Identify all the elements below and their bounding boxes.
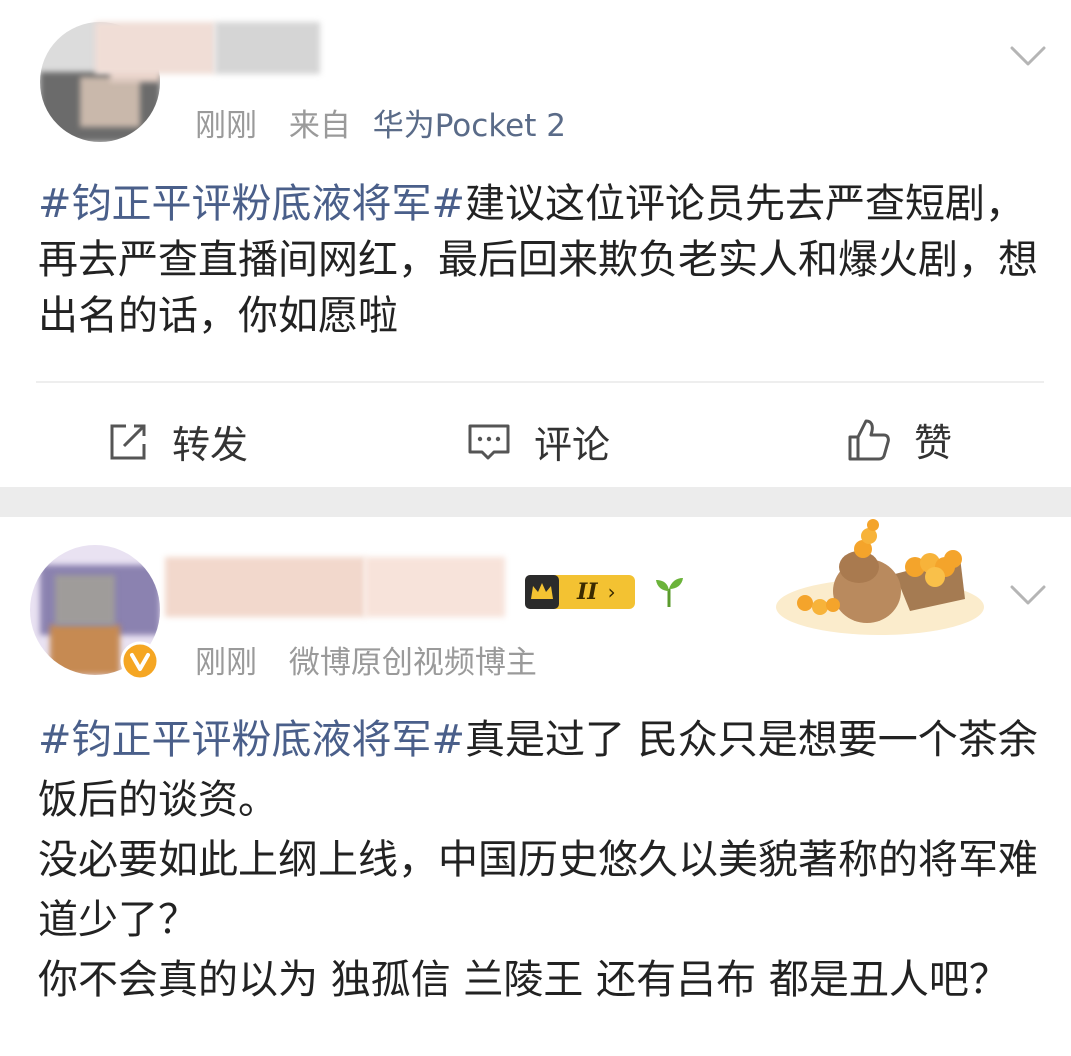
- topic-link[interactable]: #钧正平评粉底液将军#: [38, 717, 465, 763]
- comment-label: 评论: [534, 423, 611, 467]
- capybara-sticker: [776, 519, 984, 635]
- username-redacted[interactable]: [95, 22, 325, 78]
- user-title: 微博原创视频博主: [288, 645, 537, 681]
- content-line-1: #钧正平评粉底液将军#真是过了 民众只是想要一个茶余饭后的谈资。: [38, 710, 1048, 830]
- chevron-down-icon[interactable]: [1008, 40, 1048, 70]
- post-card-1: 刚刚 来自 华为Pocket 2 #钧正平评粉底液将军#建议这位评论员先去严查短…: [0, 0, 1071, 487]
- like-label: 赞: [914, 421, 953, 465]
- repost-button[interactable]: 转发: [106, 414, 248, 469]
- post-time: 刚刚: [195, 645, 257, 681]
- source-prefix: 来自: [288, 108, 351, 144]
- post-text-line: 你不会真的以为 独孤信 兰陵王 还有吕布 都是丑人吧？: [38, 957, 1009, 1003]
- post-content: #钧正平评粉底液将军#真是过了 民众只是想要一个茶余饭后的谈资。 没必要如此上纲…: [38, 710, 1048, 1010]
- post-separator: [0, 487, 1071, 517]
- badge-arrow: ›: [607, 580, 616, 604]
- level-badge: II ›: [525, 575, 635, 609]
- divider-line: [36, 381, 1044, 383]
- post-meta: 刚刚 微博原创视频博主: [195, 637, 537, 682]
- comment-icon: [468, 424, 510, 459]
- comment-button[interactable]: 评论: [466, 414, 610, 469]
- source-device-link[interactable]: 华为Pocket 2: [373, 108, 566, 144]
- post-card-2: II › 刚刚 微博原创视频博主 #钧正平评粉底液将军#真是过了 民众只是想要一…: [0, 517, 1071, 1056]
- repost-label: 转发: [172, 423, 249, 467]
- post-content: #钧正平评粉底液将军#建议这位评论员先去严查短剧，再去严查直播间网红，最后回来欺…: [38, 176, 1048, 344]
- like-icon: [848, 419, 890, 460]
- post-meta: 刚刚 来自 华为Pocket 2: [195, 100, 566, 145]
- sprout-icon: [656, 578, 683, 607]
- post-text-line: 没必要如此上纲上线，中国历史悠久以美貌著称的将军难道少了？: [38, 837, 1038, 943]
- repost-icon: [110, 424, 146, 459]
- post-time: 刚刚: [195, 108, 257, 144]
- like-button[interactable]: 赞: [846, 412, 952, 467]
- chevron-down-icon[interactable]: [1008, 579, 1048, 609]
- crown-icon: [525, 575, 559, 609]
- topic-link[interactable]: #钧正平评粉底液将军#: [38, 181, 465, 227]
- username-redacted[interactable]: [165, 557, 515, 617]
- level-number: II: [577, 579, 598, 605]
- verified-badge-icon: [120, 641, 160, 681]
